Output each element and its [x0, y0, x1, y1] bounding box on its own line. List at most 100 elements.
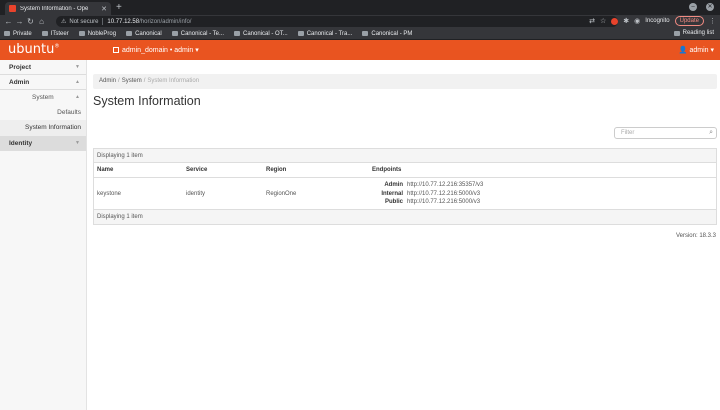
extension-icon[interactable] — [611, 17, 619, 25]
browser-tab-strip: System Information - Ope ✕ + – ✕ — [0, 0, 720, 15]
incognito-icon: ◉ — [634, 18, 641, 25]
sidebar-item-defaults[interactable]: Defaults — [0, 105, 86, 120]
endpoint-url: http://10.77.12.216:5000/v3 — [407, 190, 481, 197]
chevron-down-icon: ▼ — [75, 64, 80, 70]
table-row: keystone identity RegionOne Admin http://… — [94, 178, 716, 210]
column-header-region[interactable]: Region — [266, 163, 286, 178]
not-secure-label: Not secure — [69, 18, 99, 25]
user-icon: 👤 — [678, 47, 688, 54]
table-caption: Displaying 1 item — [94, 149, 716, 163]
close-window-icon[interactable]: ✕ — [706, 3, 714, 11]
page-title: System Information — [93, 94, 201, 108]
breadcrumb-current: System Information — [147, 78, 200, 84]
close-tab-icon[interactable]: ✕ — [101, 5, 107, 13]
endpoint-admin: Admin http://10.77.12.216:35357/v3 — [372, 181, 483, 190]
user-menu[interactable]: 👤 admin ▾ — [679, 46, 714, 54]
back-icon[interactable]: ← — [3, 17, 14, 26]
bookmark-item[interactable]: NobleProg — [78, 31, 116, 37]
folder-icon — [41, 31, 48, 36]
toolbar-actions: ⇄ ☆ ✱ ◉ Incognito Update ⋮ — [589, 16, 716, 26]
new-tab-button[interactable]: + — [116, 2, 122, 13]
forward-icon[interactable]: → — [14, 17, 25, 26]
folder-icon — [171, 31, 178, 36]
cell-endpoints: Admin http://10.77.12.216:35357/v3 Intern… — [372, 181, 483, 207]
endpoint-public: Public http://10.77.12.216:5000/v3 — [372, 198, 483, 207]
breadcrumb-separator: / — [118, 78, 120, 84]
version-label: Version: 18.3.3 — [675, 233, 716, 239]
menu-icon[interactable]: ⋮ — [709, 17, 716, 25]
url-path: /horizon/admin/info/ — [139, 18, 192, 25]
update-button[interactable]: Update — [674, 16, 704, 26]
browser-toolbar: ← → ↻ ⌂ ⚠ Not secure 10.77.12.58 /horizo… — [0, 15, 720, 28]
endpoint-url: http://10.77.12.216:5000/v3 — [407, 199, 481, 205]
logo-text: ubuntu — [8, 42, 55, 57]
sidebar-item-system-information[interactable]: System Information — [0, 120, 86, 136]
services-table: Displaying 1 item Name Service Region En… — [93, 148, 717, 225]
cell-service: identity — [186, 191, 206, 197]
table-footer: Displaying 1 item — [94, 210, 716, 224]
tab-title: System Information - Ope — [20, 5, 89, 12]
divider — [102, 18, 104, 25]
star-icon[interactable]: ☆ — [600, 17, 606, 25]
folder-icon — [297, 31, 304, 36]
incognito-label: Incognito — [645, 18, 670, 24]
warning-icon[interactable]: ⚠ — [61, 18, 66, 25]
sidebar: Project ▼ Admin ▲ System ▲ Defaults Syst… — [0, 60, 87, 410]
folder-icon — [78, 31, 85, 36]
filter-input[interactable]: Filter ⌕ — [614, 127, 717, 139]
window-controls: – ✕ — [689, 3, 714, 11]
breadcrumb-admin[interactable]: Admin — [99, 78, 116, 84]
bookmark-item[interactable]: Canonical — [126, 31, 162, 37]
chevron-up-icon: ▲ — [75, 79, 80, 85]
column-header-service[interactable]: Service — [186, 163, 207, 178]
breadcrumb-separator: / — [143, 78, 146, 84]
bookmark-item[interactable]: Canonical - PM — [362, 31, 412, 37]
reading-list-button[interactable]: Reading list — [673, 30, 714, 36]
folder-icon — [362, 31, 369, 36]
folder-icon — [126, 31, 133, 36]
column-header-name[interactable]: Name — [97, 163, 113, 178]
endpoint-internal: Internal http://10.77.12.216:5000/v3 — [372, 190, 483, 199]
endpoint-label: Admin — [384, 182, 403, 188]
folder-icon — [234, 31, 240, 36]
sidebar-item-label: Identity — [9, 140, 33, 147]
bookmark-item[interactable]: Canonical - Te... — [171, 31, 224, 37]
address-bar[interactable]: ⚠ Not secure 10.77.12.58 /horizon/admin/… — [56, 16, 618, 27]
openstack-favicon-icon — [9, 5, 16, 12]
ubuntu-logo[interactable]: ubuntu® — [8, 42, 59, 57]
chevron-up-icon: ▲ — [75, 94, 80, 100]
reload-icon[interactable]: ↻ — [25, 17, 36, 26]
url-host: 10.77.12.58 — [107, 18, 140, 25]
bookmark-item[interactable]: Canonical - OT... — [234, 31, 288, 37]
endpoint-url: http://10.77.12.216:35357/v3 — [407, 182, 484, 188]
home-icon[interactable]: ⌂ — [36, 17, 47, 26]
table-header: Name Service Region Endpoints — [94, 163, 716, 178]
user-menu-label: admin ▾ — [689, 47, 714, 54]
chevron-down-icon: ▼ — [75, 140, 80, 146]
cell-region: RegionOne — [266, 191, 297, 197]
sidebar-item-system[interactable]: System ▲ — [0, 90, 86, 105]
search-icon[interactable]: ⌕ — [709, 128, 713, 138]
puzzle-icon[interactable]: ✱ — [623, 17, 629, 25]
translate-icon[interactable]: ⇄ — [589, 17, 595, 25]
sidebar-item-label: System — [32, 94, 54, 101]
logo-mark: ® — [54, 43, 60, 50]
browser-tab[interactable]: System Information - Ope ✕ — [5, 2, 111, 15]
sidebar-item-project[interactable]: Project ▼ — [0, 60, 86, 75]
bookmarks-bar: Private ITsteer NobleProg Canonical Cano… — [0, 28, 720, 40]
sidebar-item-identity[interactable]: Identity ▼ — [0, 136, 86, 151]
column-header-endpoints[interactable]: Endpoints — [372, 163, 401, 178]
bookmark-item[interactable]: Private — [4, 31, 32, 37]
endpoint-label: Public — [384, 199, 403, 205]
minimize-icon[interactable]: – — [689, 3, 697, 11]
bookmark-item[interactable]: ITsteer — [41, 31, 69, 37]
sidebar-item-label: Admin — [9, 79, 30, 86]
endpoint-label: Internal — [381, 190, 403, 197]
bookmark-item[interactable]: Canonical - Tra... — [297, 31, 352, 37]
sidebar-item-label: Project — [9, 64, 32, 71]
project-selector[interactable]: admin_domain • admin ▾ — [113, 46, 199, 54]
breadcrumb-system[interactable]: System — [122, 78, 142, 84]
sidebar-item-admin[interactable]: Admin ▲ — [0, 75, 86, 90]
project-selector-label: admin_domain • admin ▾ — [122, 47, 199, 54]
filter-placeholder: Filter — [621, 130, 635, 136]
